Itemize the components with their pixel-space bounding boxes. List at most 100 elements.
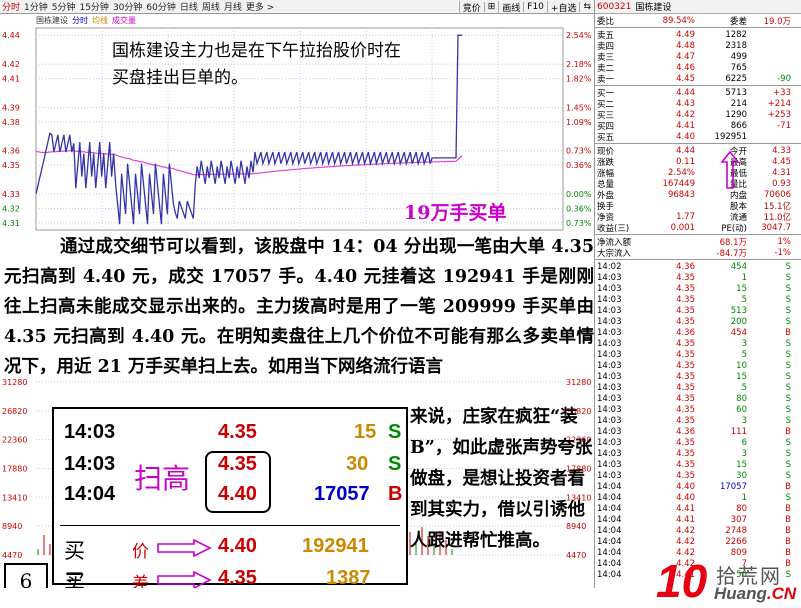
quote-panel: 600321 国栋建设 委比 89.54% 委差 19.0万 卖五 4.49 1282 卖四 4… <box>594 0 801 588</box>
flow-row: 净流入额 68.1万 1% <box>595 236 801 248</box>
tick-row: 14:03 4.35 80 S <box>595 393 801 404</box>
stat-row: 收益(三) 0.001 PE(动) 3047.7 <box>595 222 801 234</box>
price-tick: 4.33 <box>2 190 20 199</box>
tick-row-cell: 14:03 <box>597 305 622 316</box>
price-tick: 4.39 <box>2 103 20 112</box>
tick-row: 14:03 4.35 15 S <box>595 459 801 470</box>
book-price: 4.35 <box>218 567 257 589</box>
arrow-right-icon <box>157 539 212 557</box>
stat-row-cell: 4.33 <box>772 145 791 156</box>
tick-row-cell: S <box>785 404 791 415</box>
trade-time: 14:03 <box>64 453 116 475</box>
sell-level-cell: 6225 <box>725 73 747 84</box>
buy-level-cell: 214 <box>730 98 747 109</box>
tick-row-cell: 14:03 <box>597 371 622 382</box>
stat-row: 外盘 96843 内盘 70606 <box>595 189 801 201</box>
price-tick: 4.41 <box>2 75 20 84</box>
tick-row-cell: B <box>785 525 791 536</box>
buy-level-cell: 4.40 <box>676 131 695 142</box>
tick-row-cell: 15 <box>736 459 747 470</box>
pct-tick: 1.09% <box>566 118 592 127</box>
stat-row-cell: 4.31 <box>772 167 791 178</box>
tick-row-cell: 4.42 <box>676 525 695 536</box>
stat-row-cell: 0.11 <box>676 156 695 167</box>
tick-row-cell: B <box>785 536 791 547</box>
side-annotation: 来说，庄家在疯狂“装 B”，如此虚张声势夸张做盘，是想让投资者看到其实力，借以引… <box>410 407 593 551</box>
tick-row-cell: 5 <box>741 349 747 360</box>
trade-price: 4.35 <box>218 453 257 475</box>
sell-level: 卖三 4.47 499 <box>595 51 801 63</box>
tick-row-cell: 80 <box>736 393 747 404</box>
tick-row-cell: B <box>785 503 791 514</box>
tick-row: 14:03 4.35 30 S <box>595 470 801 481</box>
trade-flag: S <box>388 453 402 475</box>
logo-number: 10 <box>656 555 708 607</box>
sweep-label: 扫高 <box>134 462 191 495</box>
trade-price: 4.35 <box>218 421 257 443</box>
tick-row-cell: S <box>785 415 791 426</box>
tick-row-cell: S <box>785 360 791 371</box>
stock-name: 国栋建设 <box>635 3 672 13</box>
tick-row-cell: 14:03 <box>597 448 622 459</box>
trade-volume: 15 <box>354 421 377 443</box>
sell-level-cell: 499 <box>730 51 747 62</box>
stat-row-cell: 1.77 <box>676 211 695 222</box>
tick-row-cell: 14:03 <box>597 470 622 481</box>
sell-level: 卖一 4.45 6225 -90 <box>595 73 801 85</box>
tick-row-cell: 307 <box>730 514 747 525</box>
book-tag: 价 <box>132 542 149 562</box>
tick-row-cell: 1 <box>741 492 747 503</box>
tick-row-cell: S <box>785 393 791 404</box>
tick-row-cell: 6 <box>741 437 747 448</box>
tick-row-cell: 4.40 <box>676 492 695 503</box>
stat-row-cell: 96843 <box>667 189 695 200</box>
tick-row-cell: 4.35 <box>676 470 695 481</box>
tick-row: 14:03 4.35 6 S <box>595 437 801 448</box>
tick-row: 14:03 4.35 3 S <box>595 338 801 349</box>
tick-row-cell: 14:03 <box>597 283 622 294</box>
tick-row-cell: S <box>785 338 791 349</box>
stat-row: 涨幅 2.54% 最低 4.31 <box>595 167 801 179</box>
stat-row-cell: 11.0亿 <box>763 212 791 223</box>
stat-row: 总量 167449 量比 0.93 <box>595 178 801 190</box>
buy-level-cell: +253 <box>767 109 791 120</box>
trade-price: 4.40 <box>218 483 257 505</box>
stat-row: 现价 4.44 今开 4.33 <box>595 145 801 157</box>
separator <box>60 525 400 526</box>
buy-level-cell: 192951 <box>714 131 747 142</box>
tick-row-cell: 4.35 <box>676 305 695 316</box>
buy-level: 买五 4.40 192951 <box>595 131 801 143</box>
tick-row-cell: 3 <box>741 415 747 426</box>
buy-level-cell: 866 <box>730 120 747 131</box>
up-arrow-icon <box>720 150 740 189</box>
flow-row-cell: -1% <box>774 247 791 258</box>
tick-row-cell: 4.36 <box>676 426 695 437</box>
tick-row-cell: 14:03 <box>597 382 622 393</box>
tick-row-cell: 14:04 <box>597 503 622 514</box>
tick-row-cell: S <box>785 492 791 503</box>
tick-row-cell: 14:03 <box>597 316 622 327</box>
tick-row-cell: 454 <box>730 327 747 338</box>
price-tick: 4.36 <box>2 147 20 156</box>
tick-row-cell: 454 <box>730 261 747 272</box>
tick-row-cell: 200 <box>730 316 747 327</box>
tick-row-cell: S <box>785 382 791 393</box>
tick-row-cell: 5 <box>741 382 747 393</box>
pct-tick: 1.82% <box>566 75 592 84</box>
trade-flag: B <box>388 483 403 505</box>
sell-level: 卖五 4.49 1282 <box>595 29 801 41</box>
pct-tick: 2.54% <box>566 31 592 40</box>
trade-volume: 17057 <box>314 483 370 505</box>
tick-row-cell: 4.35 <box>676 415 695 426</box>
tick-row-cell: 14:04 <box>597 547 622 558</box>
tick-row: 14:03 4.35 200 S <box>595 316 801 327</box>
buy-level-cell: 买五 <box>597 132 615 143</box>
tick-row-cell: 4.35 <box>676 371 695 382</box>
tick-row-cell: 4.36 <box>676 327 695 338</box>
site-logo: 10 拾荒网 Huang.CN <box>656 552 801 608</box>
tick-row-cell: 2266 <box>725 536 747 547</box>
volume-tick: 26820 <box>2 407 27 416</box>
tick-row-cell: 4.35 <box>676 360 695 371</box>
tick-row-cell: 15 <box>736 283 747 294</box>
tick-row-cell: 4.35 <box>676 382 695 393</box>
